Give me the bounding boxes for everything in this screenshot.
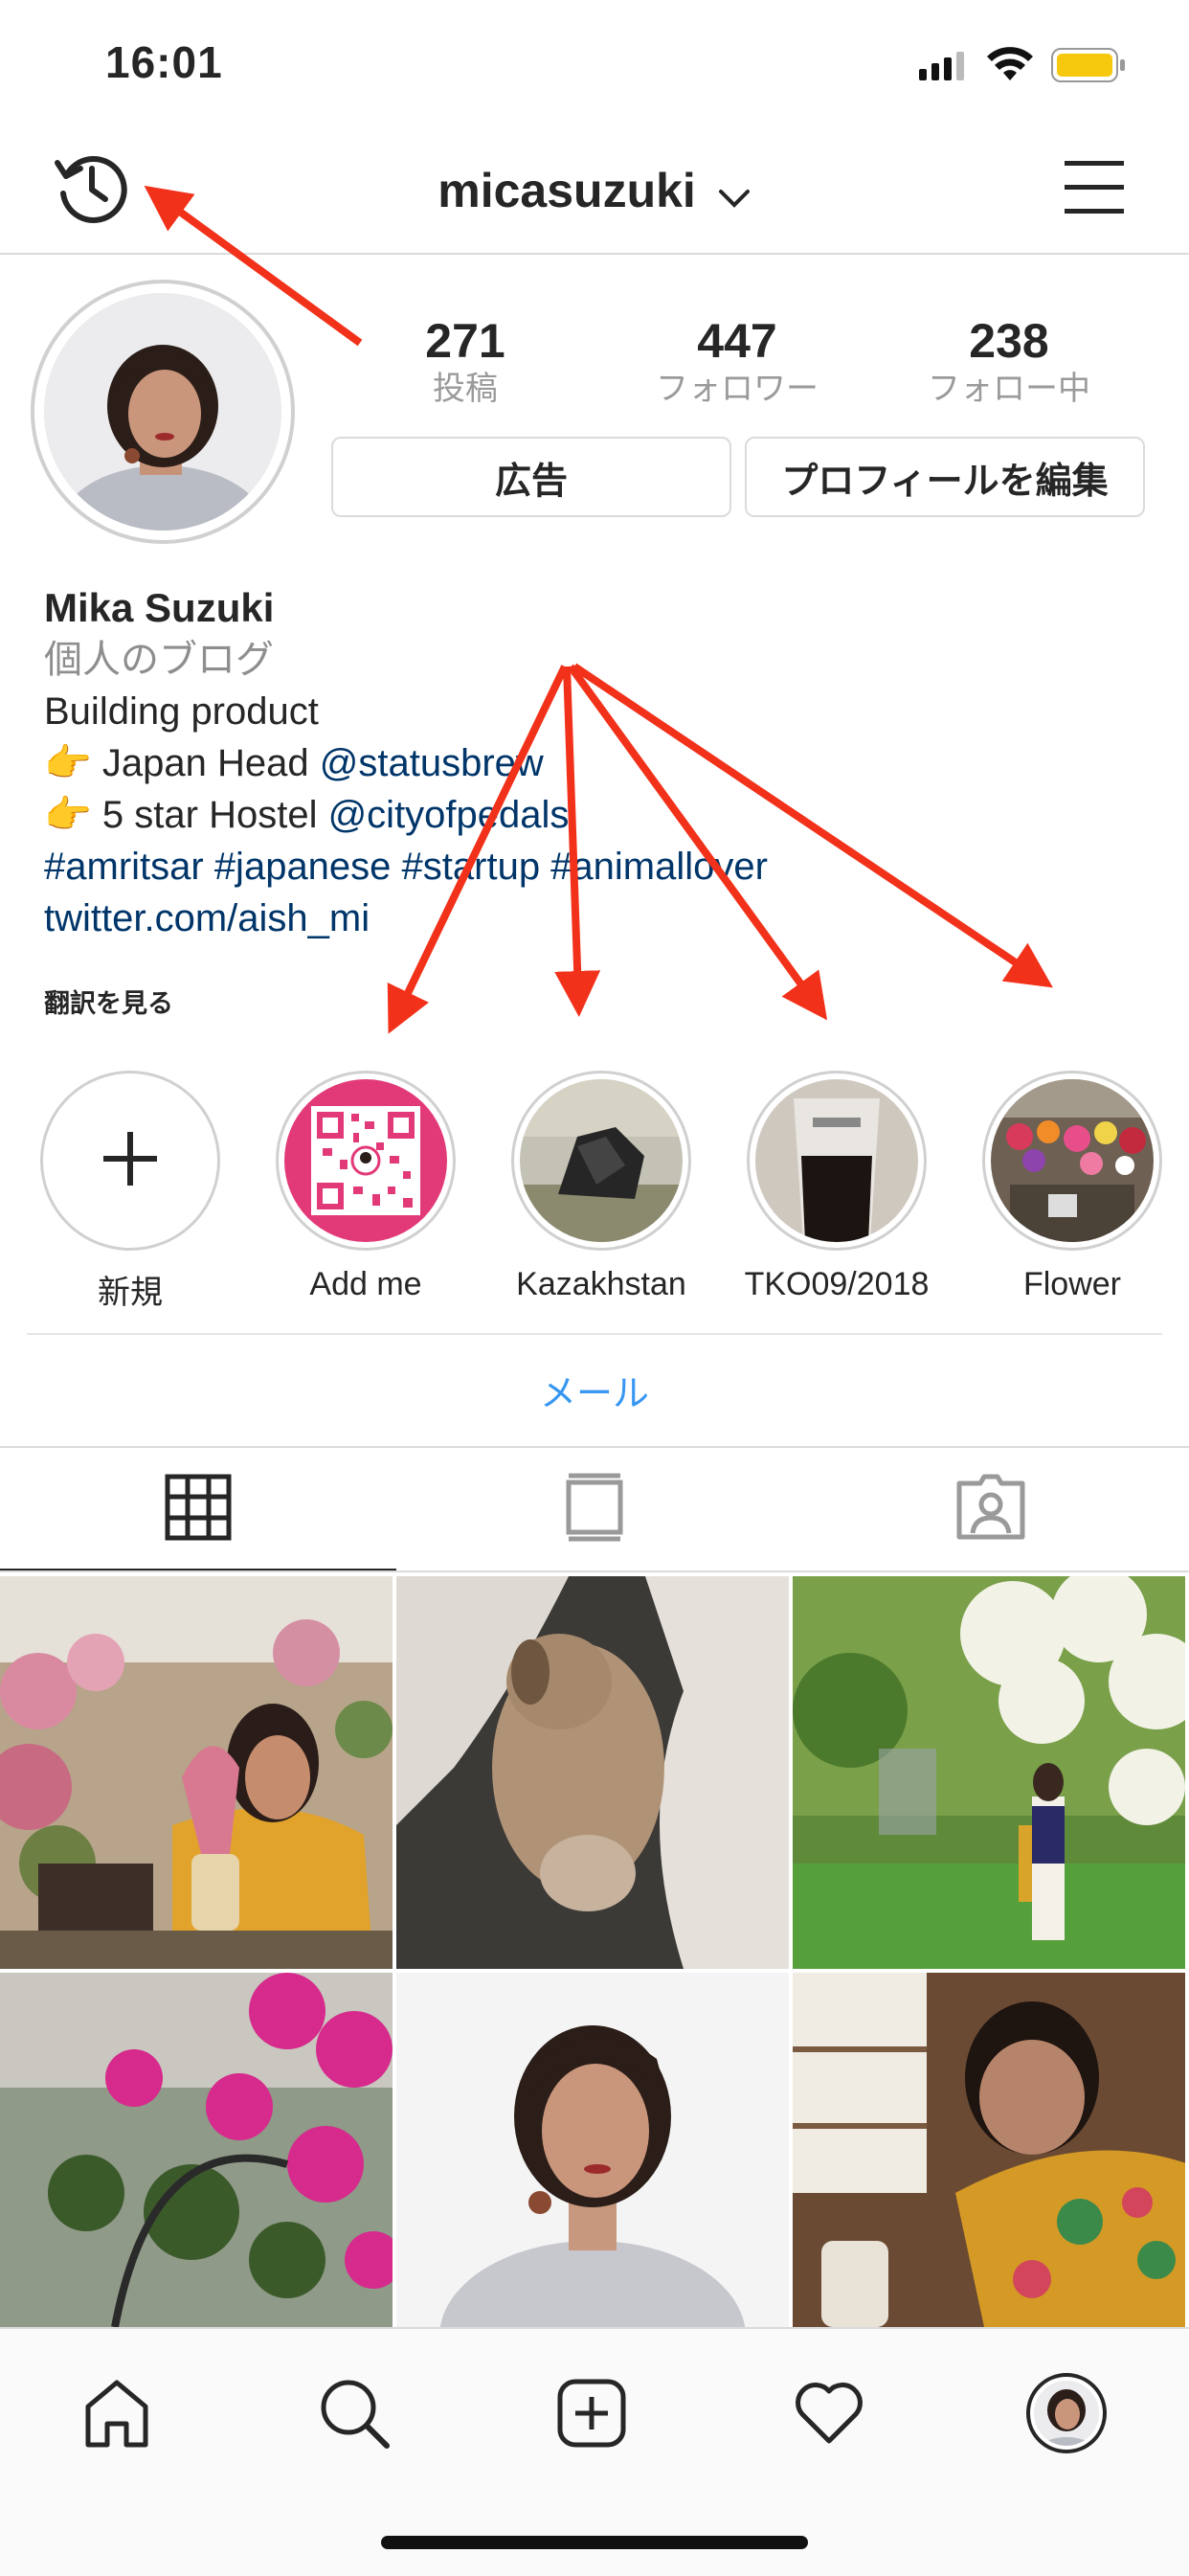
highlight-kazakhstan[interactable]: Kazakhstan: [505, 1071, 697, 1303]
post-thumbnail[interactable]: [793, 1576, 1185, 1969]
mention-link[interactable]: @cityofpedals: [328, 794, 570, 836]
tab-feed[interactable]: [396, 1448, 793, 1570]
highlight-thumbnail: [991, 1079, 1154, 1242]
highlight-tko[interactable]: TKO09/2018: [741, 1071, 932, 1303]
following-label: フォロー中: [928, 371, 1090, 407]
email-contact-link[interactable]: メール: [0, 1364, 1189, 1416]
profile-bio: Mika Suzuki 個人のブログ Building product 👉 Ja…: [44, 582, 1145, 944]
tagged-person-icon: [955, 1474, 1026, 1546]
tab-tagged[interactable]: [793, 1448, 1189, 1570]
bio-text: Japan Head: [91, 742, 320, 784]
mention-link[interactable]: @statusbrew: [320, 742, 544, 784]
highlight-label: Kazakhstan: [516, 1266, 686, 1302]
promote-button[interactable]: 広告: [331, 437, 731, 517]
home-indicator: [381, 2536, 808, 2549]
divider: [27, 1333, 1162, 1335]
post-thumbnail[interactable]: [793, 1973, 1185, 2365]
profile-tab-avatar[interactable]: [1009, 2365, 1124, 2461]
edit-profile-button[interactable]: プロフィールを編集: [745, 437, 1145, 517]
hashtags[interactable]: #amritsar #japanese #startup #animallove…: [44, 841, 1145, 893]
battery-icon: [1051, 48, 1128, 87]
highlight-label: Add me: [309, 1266, 422, 1302]
post-thumbnail[interactable]: [396, 1973, 789, 2365]
highlight-label: 新規: [98, 1275, 163, 1311]
post-thumbnail[interactable]: [0, 1576, 393, 1969]
followers-label: フォロワー: [656, 371, 819, 407]
highlight-thumbnail: [520, 1079, 683, 1242]
posts-count: 271: [425, 314, 505, 368]
cellular-signal-icon: [919, 52, 969, 85]
post-thumbnail[interactable]: [396, 1576, 789, 1969]
grid-icon: [165, 1474, 232, 1546]
bio-line: Building product: [44, 690, 319, 733]
posts-label: 投稿: [433, 371, 498, 407]
posts-stat[interactable]: 271 投稿: [350, 312, 580, 408]
tab-grid[interactable]: [0, 1448, 396, 1570]
home-icon[interactable]: [59, 2365, 174, 2461]
bio-text: 5 star Hostel: [91, 794, 328, 836]
new-post-icon[interactable]: [534, 2365, 649, 2461]
profile-name: Mika Suzuki: [44, 585, 275, 630]
profile-category: 個人のブログ: [44, 639, 274, 681]
translate-link[interactable]: 翻訳を見る: [44, 983, 173, 1020]
account-switcher[interactable]: micasuzuki: [0, 163, 1189, 222]
qr-code-image: [284, 1079, 447, 1242]
username-title: micasuzuki: [437, 164, 696, 217]
followers-stat[interactable]: 447 フォロワー: [622, 312, 852, 408]
status-time: 16:01: [105, 37, 223, 87]
bio-line: 👉 5 star Hostel @cityofpedals: [44, 789, 1145, 841]
highlight-add-me[interactable]: Add me: [270, 1071, 461, 1303]
pointing-hand-emoji: 👉: [44, 742, 92, 784]
profile-avatar[interactable]: [31, 280, 295, 544]
highlight-label: Flower: [1022, 1266, 1122, 1302]
highlight-new[interactable]: 新規: [34, 1071, 226, 1313]
search-icon[interactable]: [297, 2365, 412, 2461]
bio-line: 👉 Japan Head @statusbrew: [44, 737, 1145, 789]
divider: [0, 1570, 1189, 1572]
post-thumbnail[interactable]: [0, 1973, 393, 2365]
highlight-flower[interactable]: Flower: [976, 1071, 1168, 1303]
plus-icon: [101, 1130, 159, 1192]
new-highlight-circle: [40, 1071, 220, 1251]
chevron-down-icon: [717, 167, 752, 222]
wifi-icon: [986, 46, 1034, 87]
pointing-hand-emoji: 👉: [44, 794, 92, 836]
hamburger-menu-icon[interactable]: [1065, 159, 1126, 219]
heart-icon[interactable]: [772, 2365, 886, 2461]
feed-icon: [566, 1473, 623, 1547]
website-link[interactable]: twitter.com/aish_mi: [44, 893, 1145, 944]
following-count: 238: [969, 314, 1049, 368]
following-stat[interactable]: 238 フォロー中: [894, 312, 1124, 408]
highlight-thumbnail: [755, 1079, 918, 1242]
avatar: [44, 293, 281, 531]
followers-count: 447: [697, 314, 777, 368]
highlight-label: TKO09/2018: [744, 1266, 930, 1302]
